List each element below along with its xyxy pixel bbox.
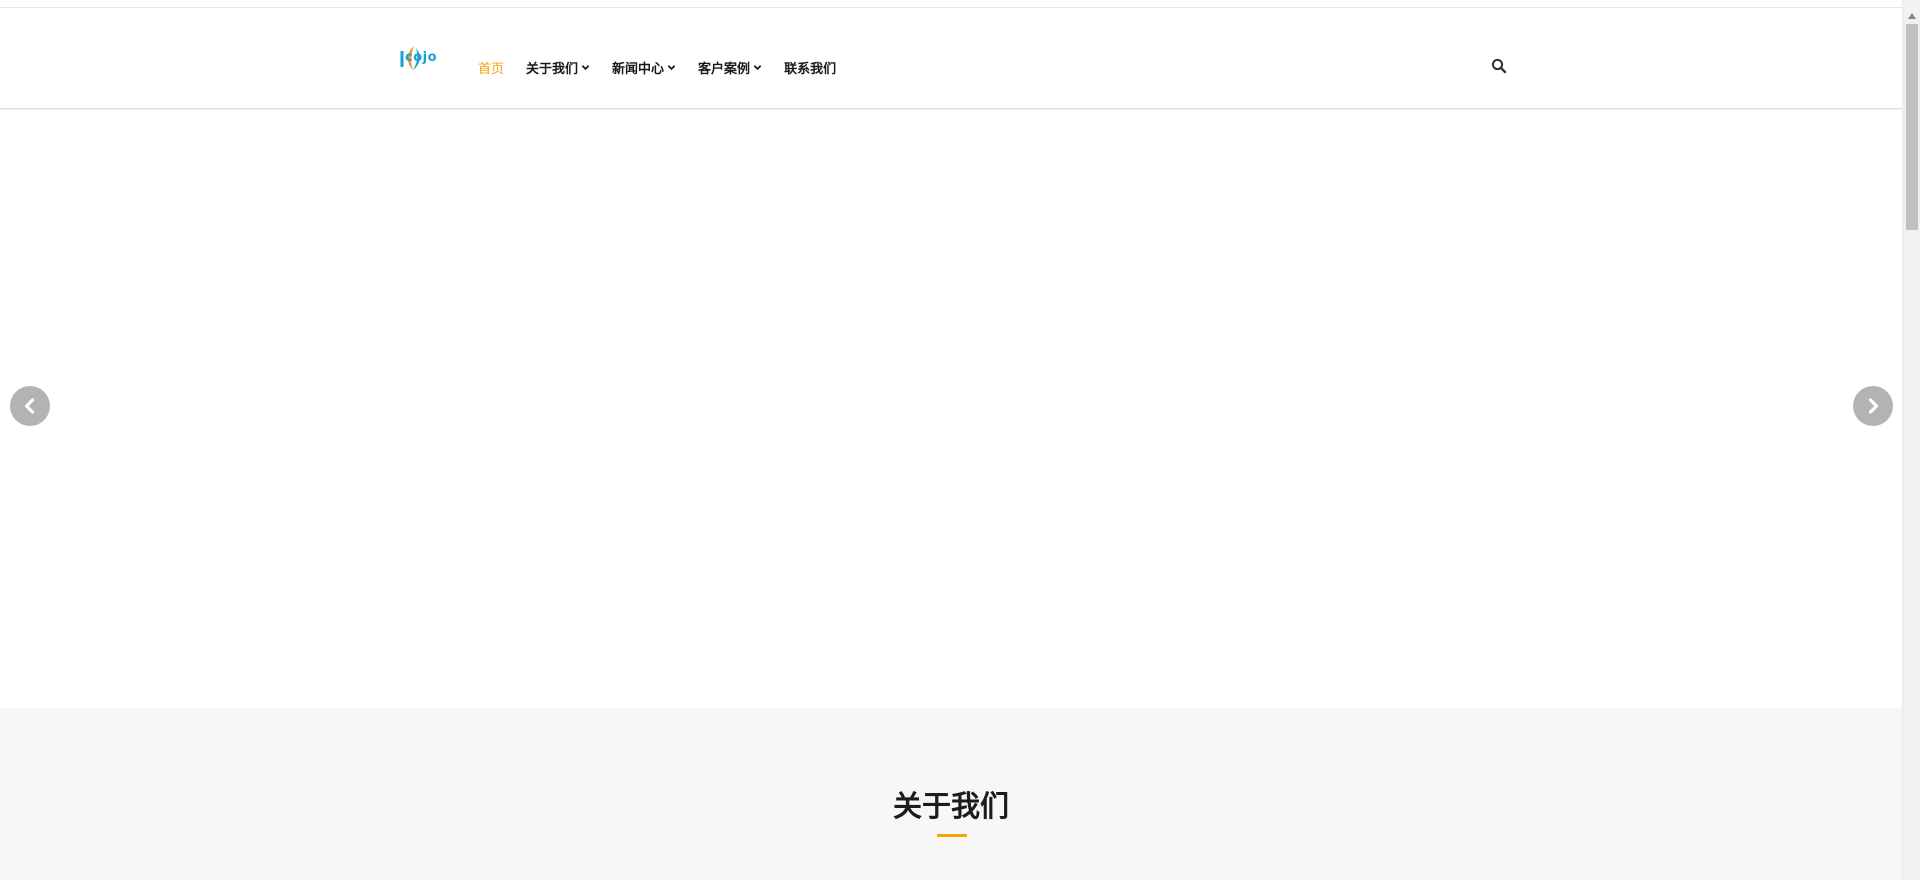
search-icon[interactable] [1491, 58, 1507, 74]
nav-item-label: 客户案例 [698, 61, 751, 77]
chevron-down-icon [753, 64, 762, 70]
chevron-down-icon [581, 64, 590, 70]
nav-item-label: 关于我们 [526, 61, 579, 77]
nav-item-about[interactable]: 关于我们 [526, 58, 590, 77]
chevron-left-icon [24, 398, 35, 414]
nav-item-news[interactable]: 新闻中心 [612, 58, 676, 77]
nav-item-label: 联系我们 [784, 61, 837, 77]
top-strip [0, 0, 1902, 8]
chevron-down-icon [667, 64, 676, 70]
caret-up-icon [1908, 13, 1916, 19]
nav-item-cases[interactable]: 客户案例 [698, 58, 762, 77]
title-underline [937, 834, 967, 837]
scroll-up-arrow[interactable] [1903, 8, 1920, 24]
nav-item-label: 首页 [478, 61, 505, 77]
site-header: cojo 首页 关于我们 新闻中心 客户案例 联系我们 [0, 8, 1902, 109]
nav-item-contact[interactable]: 联系我们 [784, 58, 836, 77]
hero-slider [0, 110, 1902, 708]
about-section: 关于我们 [0, 708, 1902, 880]
logo-text[interactable]: cojo [405, 50, 437, 65]
chevron-right-icon [1868, 398, 1879, 414]
nav-item-label: 新闻中心 [612, 61, 665, 77]
slider-next-button[interactable] [1853, 386, 1893, 426]
slider-prev-button[interactable] [10, 386, 50, 426]
main-nav: 首页 关于我们 新闻中心 客户案例 联系我们 [478, 49, 858, 85]
scrollbar-thumb[interactable] [1906, 24, 1918, 230]
section-title: 关于我们 [892, 789, 1009, 823]
nav-item-home[interactable]: 首页 [478, 58, 504, 77]
page-scrollbar[interactable] [1902, 0, 1920, 880]
